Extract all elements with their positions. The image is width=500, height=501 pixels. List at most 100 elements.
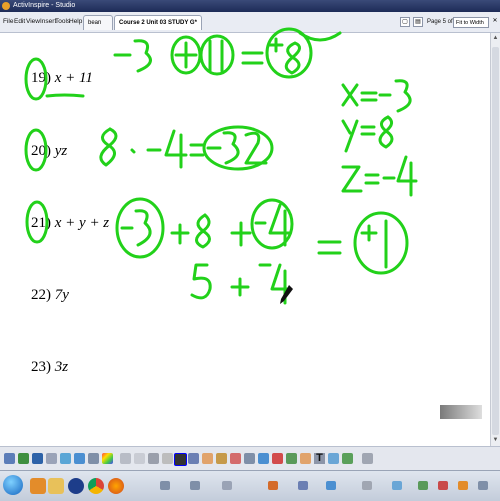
pen-cursor-icon [280, 285, 293, 304]
digit-8-stroke [195, 213, 211, 249]
tray-icon[interactable] [362, 481, 372, 490]
desktop-annotate-icon[interactable] [88, 453, 99, 464]
eraser-icon[interactable] [202, 453, 213, 464]
tray-icon[interactable] [160, 481, 170, 490]
redo-icon[interactable] [328, 453, 339, 464]
activinspire-icon[interactable] [68, 478, 84, 494]
menu-bar: File Edit View Insert Tools Help bean ja… [0, 12, 500, 41]
digit-5-stroke [190, 263, 212, 300]
clear-icon[interactable] [286, 453, 297, 464]
scroll-thumb[interactable] [492, 47, 499, 435]
vertical-scrollbar[interactable]: ▲ ▼ [490, 33, 500, 446]
tray-icon[interactable] [438, 481, 448, 490]
menu-view[interactable]: View [26, 18, 40, 25]
camera-icon[interactable] [342, 453, 353, 464]
tray-icon[interactable] [418, 481, 428, 490]
letter-x-stroke [341, 83, 359, 107]
connector-icon[interactable] [244, 453, 255, 464]
title-bar: ActivInspire - Studio [0, 0, 500, 12]
digit-4-stroke [164, 129, 188, 169]
digit-8-stroke [99, 127, 118, 167]
next-page-icon[interactable] [74, 453, 85, 464]
revealer-icon[interactable] [272, 453, 283, 464]
tray-icon[interactable] [268, 481, 278, 490]
color-palette-icon[interactable] [102, 453, 113, 464]
magic-ink-icon[interactable] [162, 453, 173, 464]
digit-3-stroke [394, 79, 412, 113]
tray-icon[interactable] [326, 481, 336, 490]
save-icon[interactable] [32, 453, 43, 464]
digits-11-stroke [208, 39, 224, 73]
zoom-select[interactable]: Fit to Width [453, 17, 489, 28]
text-icon[interactable]: T [314, 453, 325, 464]
restore-icon[interactable]: ▢ [400, 17, 410, 27]
tray-icon[interactable] [222, 481, 232, 490]
dot-stroke [130, 148, 136, 154]
plus-stroke [268, 37, 284, 53]
menu-file[interactable]: File [3, 18, 13, 25]
ink-annotations [24, 27, 418, 305]
plus-stroke [174, 41, 198, 69]
shape-icon[interactable] [230, 453, 241, 464]
plus-stroke [170, 223, 190, 245]
equals-stroke [317, 240, 342, 255]
main-menu-icon[interactable] [4, 453, 15, 464]
digit-3-stroke [222, 131, 240, 165]
digit-8-stroke [378, 115, 394, 149]
folder-icon[interactable] [48, 478, 64, 494]
profile-icon[interactable] [18, 453, 29, 464]
tab-bean-jar[interactable]: bean jar* [83, 15, 113, 41]
fill-icon[interactable] [216, 453, 227, 464]
spotlight-icon[interactable] [258, 453, 269, 464]
gray-gradient-box[interactable] [440, 405, 482, 419]
tray-icon[interactable] [298, 481, 308, 490]
equals-stroke [241, 51, 264, 65]
flipchart-canvas[interactable]: 19) x + 11 20) yz 21) x + y + z 22) 7y 2… [0, 27, 490, 446]
activinspire-app-icon [2, 2, 10, 10]
media-player-icon[interactable] [30, 478, 46, 494]
tool-options-icon[interactable] [134, 453, 145, 464]
circle-11-mark [199, 34, 235, 76]
tray-icon[interactable] [478, 481, 488, 490]
circle-19-mark [24, 57, 48, 101]
highlighter-icon[interactable] [188, 453, 199, 464]
plus-stroke [230, 221, 252, 247]
select-icon[interactable] [148, 453, 159, 464]
page-icon[interactable]: ▤ [413, 17, 423, 27]
plus-stroke [230, 277, 250, 297]
taskbar [0, 470, 500, 501]
tab-course-2-unit-03[interactable]: Course 2 Unit 03 STUDY G* [114, 15, 202, 30]
window-title: ActivInspire - Studio [13, 2, 76, 9]
letter-y-stroke [341, 119, 359, 153]
page-browser-icon[interactable] [46, 453, 57, 464]
pen-icon[interactable] [174, 453, 187, 466]
equals-stroke [360, 91, 378, 102]
equals-stroke [189, 143, 205, 157]
equals-stroke [364, 173, 380, 185]
scroll-up-icon[interactable]: ▲ [492, 35, 499, 42]
letter-z-stroke [341, 165, 363, 193]
firefox-icon[interactable] [108, 478, 124, 494]
menu-help[interactable]: Help [69, 18, 82, 25]
tray-icon[interactable] [458, 481, 468, 490]
menu-edit[interactable]: Edit [14, 18, 25, 25]
underline-19-mark [45, 93, 85, 98]
previous-page-icon[interactable] [60, 453, 71, 464]
chrome-icon[interactable] [88, 478, 104, 494]
scroll-down-icon[interactable]: ▼ [492, 437, 499, 444]
plus-stroke [360, 224, 378, 242]
menu-insert[interactable]: Insert [40, 18, 56, 25]
circle-20-mark [24, 128, 48, 172]
tray-icon[interactable] [190, 481, 200, 490]
digit-3-stroke [134, 209, 152, 247]
zoom-value: Fit to Width [456, 20, 484, 26]
menu-tools[interactable]: Tools [55, 18, 70, 25]
undo-icon[interactable] [300, 453, 311, 464]
digit-8-stroke [284, 41, 301, 75]
start-icon[interactable] [3, 475, 23, 495]
digit-3-stroke [133, 39, 152, 73]
pen-width-icon[interactable] [120, 453, 131, 464]
close-icon[interactable]: ✕ [491, 17, 499, 27]
tray-icon[interactable] [392, 481, 402, 490]
trash-icon[interactable] [362, 453, 373, 464]
